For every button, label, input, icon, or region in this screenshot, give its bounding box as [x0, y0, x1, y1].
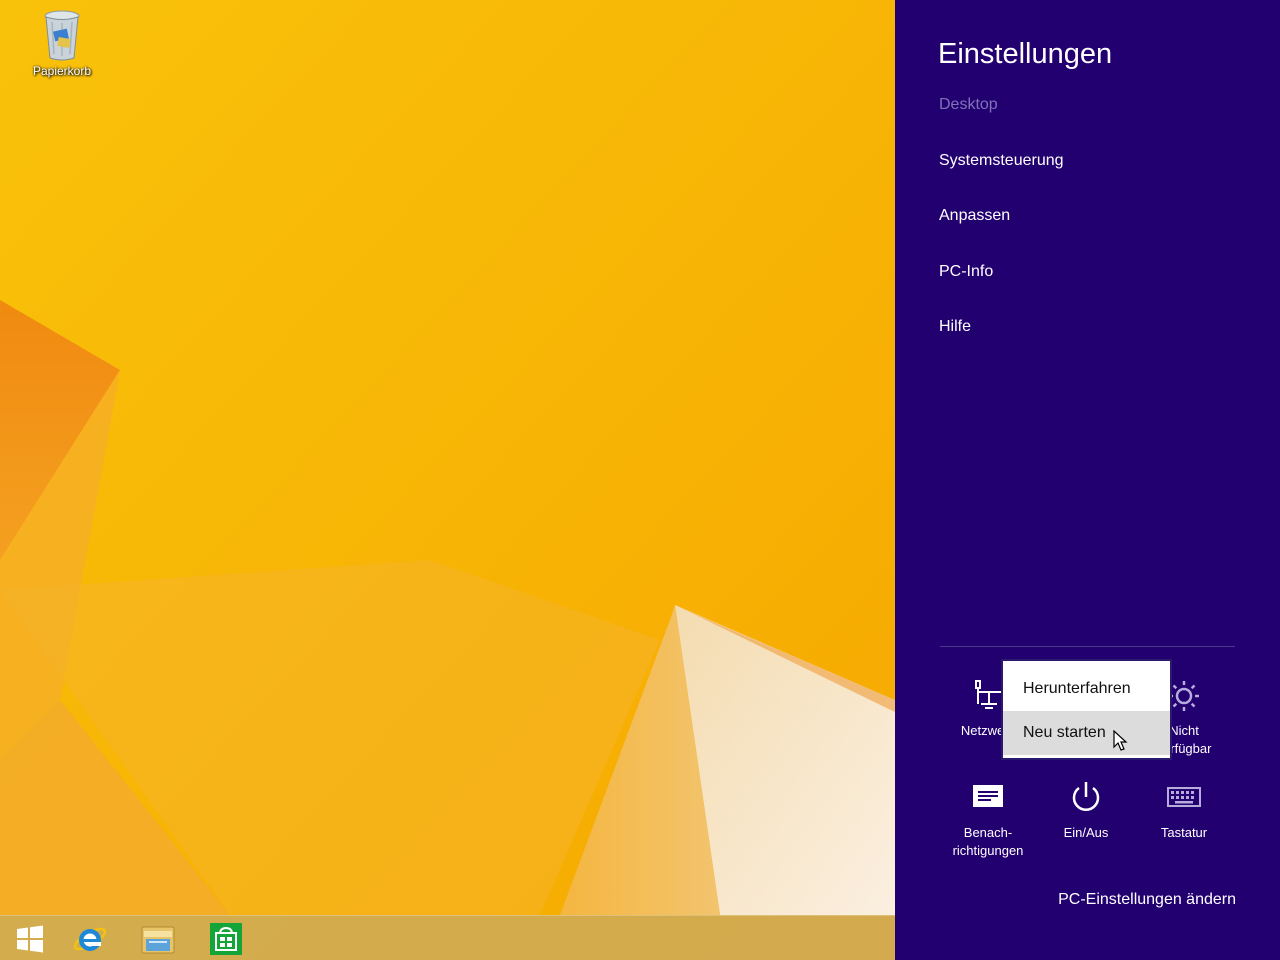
notifications-button[interactable]: Benach- richtigungen — [943, 780, 1033, 860]
menu-item-restart[interactable]: Neu starten — [1003, 711, 1170, 755]
taskbar-file-explorer[interactable] — [128, 916, 188, 960]
mouse-cursor-icon — [1113, 730, 1128, 751]
charm-item-systemsteuerung[interactable]: Systemsteuerung — [939, 152, 1064, 170]
power-icon — [1041, 780, 1131, 816]
charm-divider — [940, 646, 1235, 647]
store-bag-icon — [210, 922, 242, 955]
charm-item-hilfe[interactable]: Hilfe — [939, 318, 971, 336]
power-label: Ein/Aus — [1063, 825, 1109, 840]
notifications-label-line2: richtigungen — [952, 843, 1024, 858]
charm-title: Einstellungen — [938, 38, 1113, 70]
windows-logo-icon — [17, 925, 43, 952]
power-menu: Herunterfahren Neu starten — [1001, 659, 1172, 760]
internet-explorer-icon — [73, 927, 107, 951]
desktop-icon-label: Papierkorb — [32, 64, 92, 78]
folder-icon — [141, 926, 175, 953]
notifications-label-line1: Benach- — [963, 825, 1013, 840]
recycle-bin-icon — [44, 10, 80, 61]
charm-item-anpassen[interactable]: Anpassen — [939, 207, 1010, 225]
desktop: Papierkorb — [0, 0, 895, 960]
taskbar-store[interactable] — [196, 916, 256, 960]
keyboard-button[interactable]: Tastatur — [1139, 780, 1229, 842]
keyboard-icon — [1139, 780, 1229, 816]
settings-charm: Einstellungen Desktop Systemsteuerung An… — [895, 0, 1280, 960]
notifications-icon — [943, 780, 1033, 816]
power-button[interactable]: Ein/Aus — [1041, 780, 1131, 842]
keyboard-label: Tastatur — [1160, 825, 1208, 840]
charm-context-label: Desktop — [939, 96, 998, 113]
taskbar-internet-explorer[interactable] — [60, 916, 120, 960]
pc-settings-link[interactable]: PC-Einstellungen ändern — [1058, 891, 1236, 909]
start-button[interactable] — [0, 916, 60, 960]
charm-item-pc-info[interactable]: PC-Info — [939, 263, 993, 281]
taskbar — [0, 915, 895, 960]
desktop-icon-recycle-bin[interactable]: Papierkorb — [22, 8, 102, 78]
wallpaper — [0, 0, 895, 960]
menu-item-shutdown[interactable]: Herunterfahren — [1003, 667, 1170, 711]
